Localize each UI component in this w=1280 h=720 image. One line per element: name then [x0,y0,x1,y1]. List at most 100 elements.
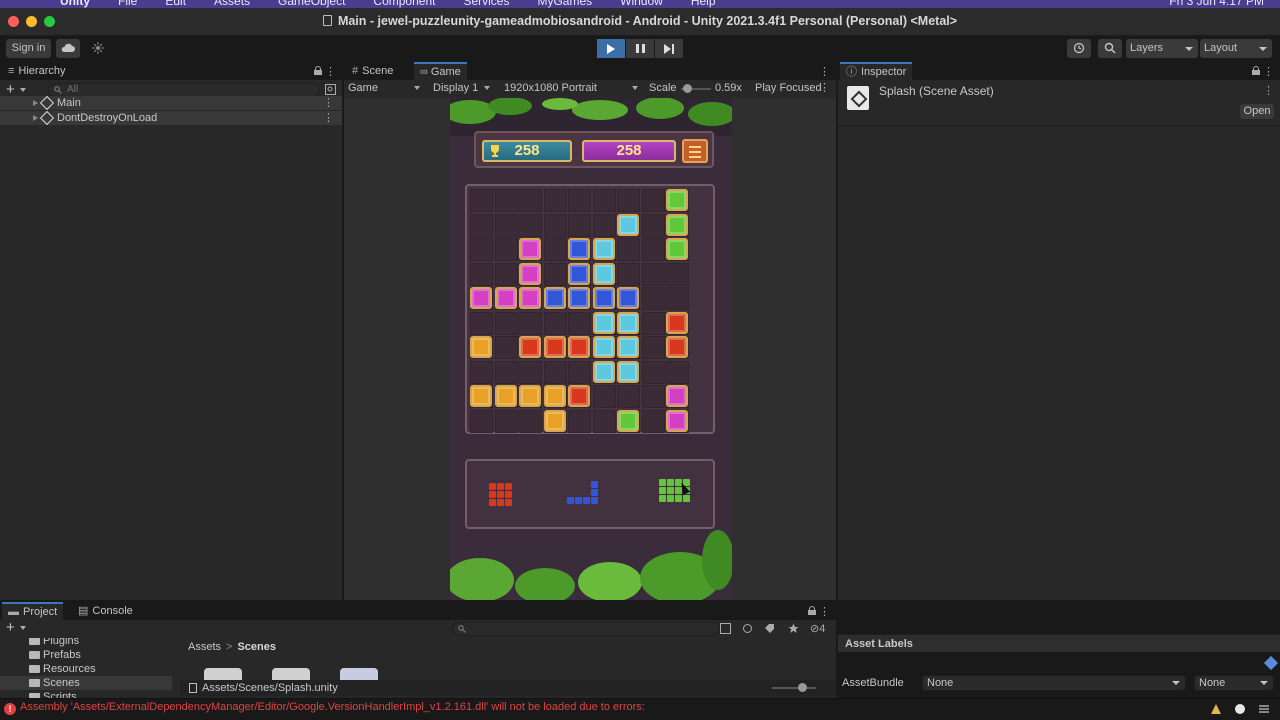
menu-item-component[interactable]: Component [373,0,435,8]
tree-item-scripts[interactable]: Scripts [0,690,172,698]
undo-history-button[interactable] [1067,39,1091,58]
menu-item-assets[interactable]: Assets [214,0,250,8]
board-cell[interactable] [641,213,665,237]
board-cell[interactable] [666,262,689,286]
board-cell[interactable] [568,360,591,384]
resolution-dropdown[interactable]: 1920x1080 Portrait [504,82,597,94]
pause-button[interactable] [626,39,654,58]
puzzle-board[interactable] [465,184,715,434]
tab-project[interactable]: ▬ Project [2,602,64,620]
board-cell[interactable] [470,262,493,286]
menu-item-services[interactable]: Services [463,0,509,8]
lock-icon[interactable] [808,606,816,615]
foldout-arrow-icon[interactable] [33,100,38,106]
board-cell[interactable] [470,360,493,384]
board-cell[interactable] [494,336,518,359]
tab-scene[interactable]: # Scene [346,62,399,80]
assetbundle-variant-select[interactable]: None [1194,675,1274,691]
scale-slider-handle[interactable] [683,84,692,93]
step-button[interactable] [655,39,683,58]
panel-menu-icon[interactable]: ⋮ [819,65,830,78]
board-cell[interactable] [494,213,518,237]
board-cell[interactable] [641,238,665,261]
board-cell[interactable] [641,385,665,408]
project-search-input[interactable] [452,622,720,636]
panel-menu-icon[interactable]: ⋮ [819,81,830,94]
display-dropdown[interactable]: Display 1 [433,82,478,94]
scene-asset-thumbnail[interactable] [272,668,310,680]
board-cell[interactable] [617,262,640,286]
board-cell[interactable] [617,189,640,212]
thumbnail-size-slider[interactable] [772,687,816,689]
open-button[interactable]: Open [1240,104,1274,119]
board-cell[interactable] [543,311,567,335]
menu-item-file[interactable]: File [118,0,137,8]
board-cell[interactable] [494,262,518,286]
board-cell[interactable] [494,409,518,433]
board-cell[interactable] [617,238,640,261]
board-cell[interactable] [641,311,665,335]
scene-asset-thumbnail[interactable] [204,668,242,680]
panel-menu-icon[interactable]: ⋮ [819,605,830,618]
sign-in-button[interactable]: Sign in [6,39,51,58]
board-cell[interactable] [641,336,665,359]
board-cell[interactable] [641,360,665,384]
board-cell[interactable] [617,385,640,408]
tab-hierarchy[interactable]: ≡ Hierarchy [2,62,72,80]
board-cell[interactable] [592,213,616,237]
kebab-menu-icon[interactable]: ⋮ [323,96,334,110]
menu-item-edit[interactable]: Edit [165,0,186,8]
collab-button[interactable] [86,39,110,58]
board-cell[interactable] [641,287,665,310]
tab-console[interactable]: ▤ Console [72,602,139,620]
board-cell[interactable] [568,311,591,335]
hierarchy-search-input[interactable]: All [48,83,320,97]
piece-tray[interactable] [465,459,715,529]
tab-game[interactable]: ∞ Game [414,62,467,80]
thumbnail-size-handle[interactable] [798,683,807,692]
board-cell[interactable] [543,189,567,212]
play-button[interactable] [597,39,625,58]
board-cell[interactable] [568,189,591,212]
kebab-menu-icon[interactable]: ⋮ [323,111,334,125]
kebab-menu-icon[interactable]: ⋮ [1263,84,1274,97]
board-cell[interactable] [494,238,518,261]
lock-icon[interactable] [1252,66,1260,75]
menu-item-gameobject[interactable]: GameObject [278,0,345,8]
board-cell[interactable] [543,238,567,261]
breadcrumb-scenes[interactable]: Scenes [237,641,276,653]
board-cell[interactable] [641,262,665,286]
tab-inspector[interactable]: ⓘ Inspector [840,62,913,80]
tree-item-scenes[interactable]: Scenes [0,676,172,690]
board-cell[interactable] [641,409,665,433]
board-cell[interactable] [543,360,567,384]
board-cell[interactable] [519,213,542,237]
board-cell[interactable] [470,311,493,335]
board-cell[interactable] [543,213,567,237]
tree-item-resources[interactable]: Resources [0,662,172,676]
tree-item-plugins[interactable]: Plugins [0,638,172,648]
game-render[interactable]: 258 258 [450,98,732,600]
board-cell[interactable] [641,189,665,212]
layout-dropdown[interactable]: Layout [1200,39,1272,58]
board-cell[interactable] [519,189,542,212]
create-asset-button[interactable]: + [6,619,15,636]
foldout-arrow-icon[interactable] [33,115,38,121]
board-cell[interactable] [470,238,493,261]
board-cell[interactable] [519,360,542,384]
board-cell[interactable] [494,360,518,384]
search-button[interactable] [1098,39,1122,58]
cloud-button[interactable] [56,39,80,58]
board-cell[interactable] [592,189,616,212]
board-cell[interactable] [494,189,518,212]
console-error-message[interactable]: Assembly 'Assets/ExternalDependencyManag… [20,701,645,713]
board-cell[interactable] [470,409,493,433]
board-cell[interactable] [666,360,689,384]
panel-menu-icon[interactable]: ⋮ [325,65,336,78]
panel-menu-icon[interactable]: ⋮ [1263,65,1274,78]
board-cell[interactable] [470,189,493,212]
lock-icon[interactable] [314,66,322,75]
game-mode-dropdown[interactable]: Game [348,82,378,94]
menu-item-window[interactable]: Window [620,0,663,8]
menu-app-name[interactable]: Unity [60,0,90,8]
